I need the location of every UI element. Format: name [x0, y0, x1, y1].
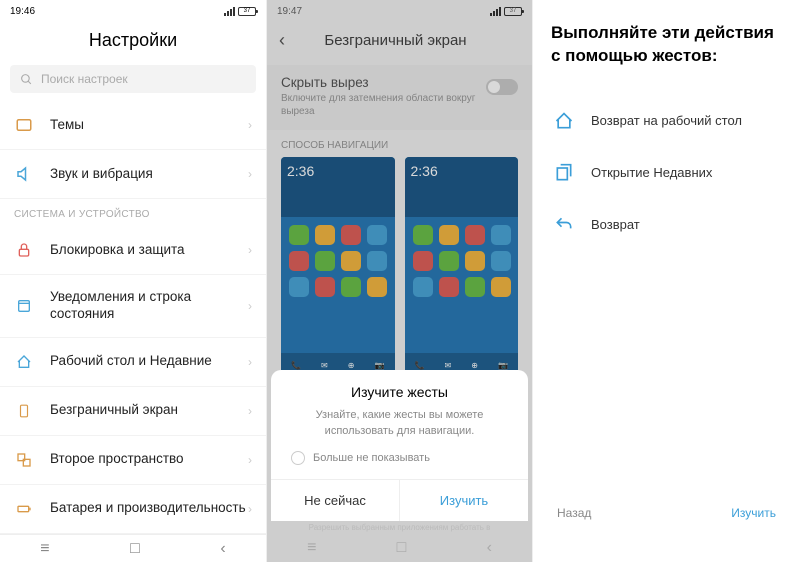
chevron-right-icon: ›: [248, 167, 252, 181]
row-home[interactable]: Рабочий стол и Недавние ›: [0, 338, 266, 387]
sound-icon: [14, 164, 34, 184]
recents-icon: [551, 160, 577, 186]
dual-icon: [14, 450, 34, 470]
row-sound[interactable]: Звук и вибрация ›: [0, 150, 266, 199]
nav-back-icon[interactable]: ‹: [220, 540, 225, 558]
notification-icon: [14, 296, 34, 316]
chevron-right-icon: ›: [248, 299, 252, 313]
nav-home-icon[interactable]: □: [397, 539, 407, 557]
nav-home-icon[interactable]: □: [130, 540, 140, 558]
gesture-back: Возврат: [551, 212, 782, 238]
page-title: Настройки: [0, 22, 266, 65]
nav-bar: ≡ □ ‹: [0, 534, 266, 562]
row-notifications[interactable]: Уведомления и строка состояния ›: [0, 275, 266, 338]
signal-icon: [224, 7, 235, 16]
chevron-right-icon: ›: [248, 453, 252, 467]
chevron-right-icon: ›: [248, 118, 252, 132]
learn-button[interactable]: Изучить: [400, 480, 528, 521]
bottom-sheet: Изучите жесты Узнайте, какие жесты вы мо…: [271, 370, 528, 521]
status-bar: 19:46 37: [0, 0, 266, 22]
sheet-title: Изучите жесты: [271, 370, 528, 408]
chevron-right-icon: ›: [248, 355, 252, 369]
search-icon: [20, 73, 33, 86]
row-fullscreen[interactable]: Безграничный экран ›: [0, 387, 266, 436]
nav-bar: ≡ □ ‹: [267, 534, 532, 562]
nav-back-icon[interactable]: ‹: [487, 539, 492, 557]
section-header: СИСТЕМА И УСТРОЙСТВО: [0, 199, 266, 226]
row-battery[interactable]: Батарея и производительность ›: [0, 485, 266, 534]
theme-icon: [14, 115, 34, 135]
modal-overlay: Изучите жесты Узнайте, какие жесты вы мо…: [267, 0, 532, 562]
search-placeholder: Поиск настроек: [41, 72, 128, 86]
footer-text: Разрешить выбранным приложениям работать…: [267, 521, 532, 534]
battery-icon: 37: [238, 7, 256, 16]
gesture-home: Возврат на рабочий стол: [551, 108, 782, 134]
settings-list: Темы › Звук и вибрация › СИСТЕМА И УСТРО…: [0, 101, 266, 534]
gesture-recents: Открытие Недавних: [551, 160, 782, 186]
home-icon: [551, 108, 577, 134]
chevron-right-icon: ›: [248, 502, 252, 516]
chevron-right-icon: ›: [248, 404, 252, 418]
page-title: Выполняйте эти действия с помощью жестов…: [551, 22, 782, 68]
screen-icon: [14, 401, 34, 421]
nav-menu-icon[interactable]: ≡: [307, 539, 316, 557]
row-second-space[interactable]: Второе пространство ›: [0, 436, 266, 485]
nav-menu-icon[interactable]: ≡: [40, 540, 49, 558]
footer: Назад Изучить: [533, 492, 800, 562]
battery-icon: [14, 499, 34, 519]
back-arrow-icon: [551, 212, 577, 238]
search-input[interactable]: Поиск настроек: [10, 65, 256, 93]
row-themes[interactable]: Темы ›: [0, 101, 266, 150]
row-lock[interactable]: Блокировка и защита ›: [0, 226, 266, 275]
chevron-right-icon: ›: [248, 243, 252, 257]
lock-icon: [14, 240, 34, 260]
dont-show-checkbox[interactable]: Больше не показывать: [271, 451, 528, 479]
home-icon: [14, 352, 34, 372]
checkbox-icon: [291, 451, 305, 465]
sheet-subtitle: Узнайте, какие жесты вы можете использов…: [271, 408, 528, 451]
clock: 19:46: [10, 6, 35, 17]
learn-button[interactable]: Изучить: [731, 506, 776, 520]
back-button[interactable]: Назад: [557, 506, 591, 520]
not-now-button[interactable]: Не сейчас: [271, 480, 400, 521]
